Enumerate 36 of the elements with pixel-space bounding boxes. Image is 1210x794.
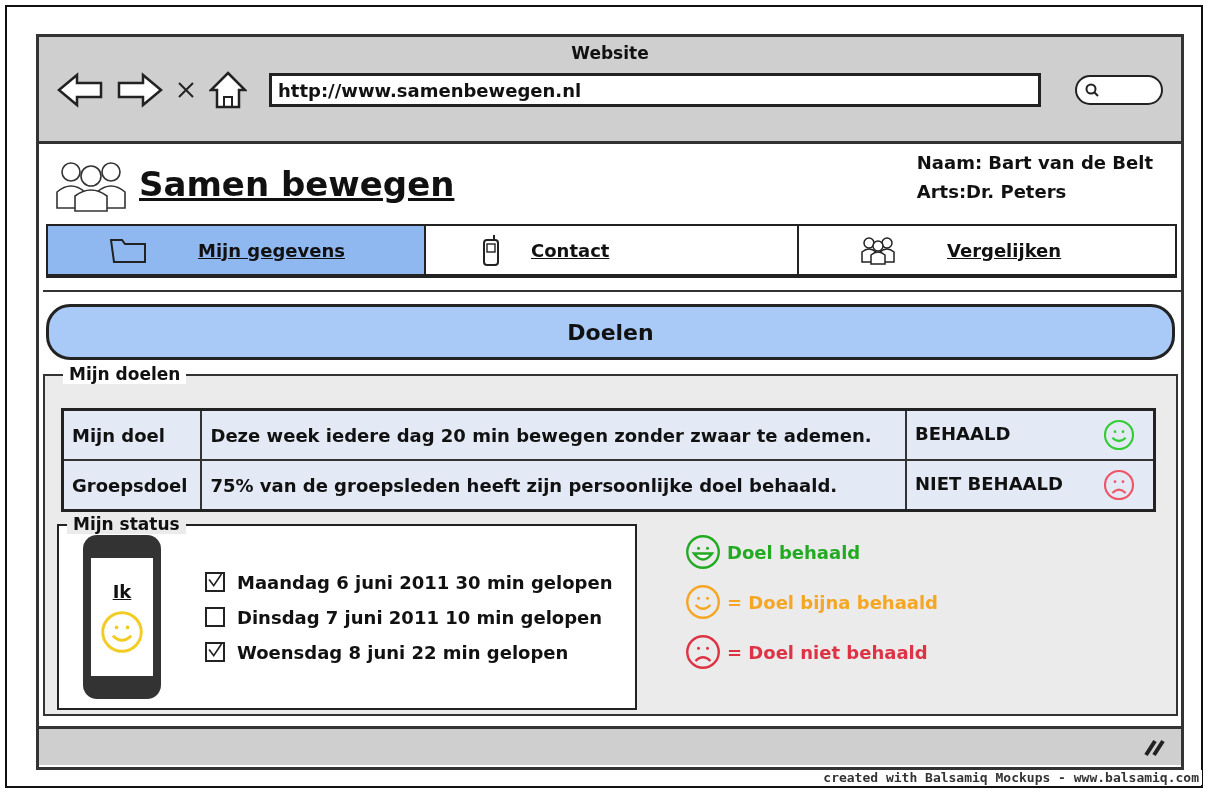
site-title[interactable]: Samen bewegen: [139, 164, 455, 204]
checkbox-label: Woensdag 8 juni 22 min gelopen: [237, 641, 569, 663]
status-text: NIET BEHAALD: [915, 473, 1064, 494]
nav-link[interactable]: Vergelijken: [947, 239, 1062, 261]
nav-link[interactable]: Mijn gegevens: [198, 239, 345, 261]
search-field[interactable]: [1075, 75, 1163, 105]
mobile-phone-icon: [481, 233, 501, 267]
back-icon[interactable]: [57, 72, 103, 108]
table-cell: Mijn doel: [62, 409, 202, 460]
checkbox-label: Dinsdag 7 juni 2011 10 min gelopen: [237, 606, 603, 628]
panel-legend: Mijn status: [67, 514, 186, 534]
legend-label: = Doel niet behaald: [727, 641, 928, 663]
people-icon: [859, 235, 897, 265]
phone-label: Ik: [112, 580, 132, 602]
nav-link[interactable]: Contact: [531, 239, 610, 261]
checkbox[interactable]: [205, 642, 225, 662]
legend-label: = Doel bijna behaald: [727, 591, 938, 613]
status-text: BEHAALD: [915, 423, 1012, 444]
legend-label: Doel behaald: [727, 541, 861, 563]
forward-icon[interactable]: [117, 72, 163, 108]
search-icon: [1085, 83, 1099, 97]
panel-legend: Mijn doelen: [63, 364, 187, 384]
stop-icon[interactable]: [177, 81, 195, 99]
window-title: Website: [571, 43, 649, 63]
smiley-icon: [100, 609, 144, 654]
user-info-text: Arts:Dr. Peters: [916, 181, 1068, 202]
user-info-text: Naam: Bart van de Belt: [916, 152, 1153, 173]
banner-title: Doelen: [567, 319, 654, 345]
home-icon[interactable]: [209, 71, 247, 109]
checkbox[interactable]: [205, 572, 225, 592]
table-cell: Deze week iedere dag 20 min bewegen zonder zwaar te ademen.: [201, 409, 906, 460]
nav-tab[interactable]: Mijn gegevens: [48, 226, 426, 274]
checkbox[interactable]: [205, 607, 225, 627]
resize-grip-icon[interactable]: [1143, 737, 1167, 757]
address-field[interactable]: http://www.samenbewegen.nl: [269, 73, 1041, 107]
checkbox-label: Maandag 6 juni 2011 30 min gelopen: [237, 571, 613, 593]
